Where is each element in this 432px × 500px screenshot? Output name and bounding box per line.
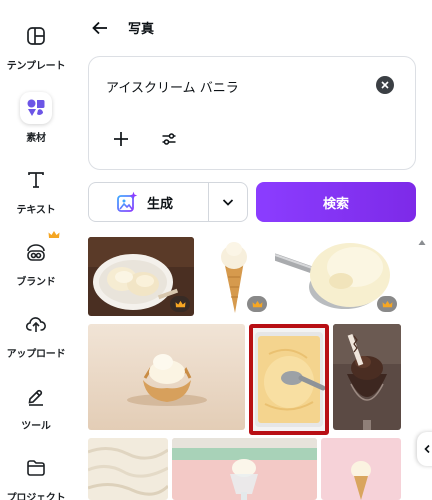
plus-icon	[114, 132, 128, 146]
search-button-label: 検索	[322, 196, 349, 212]
ice-cream-pink-background-photo	[321, 438, 401, 500]
photo-gallery	[88, 237, 408, 500]
brand-icon	[20, 231, 60, 268]
sidebar: テンプレート 素材 テキスト ブランド アップロード ツール プロジェクト	[0, 0, 72, 500]
page-title: 写真	[128, 22, 155, 37]
gallery-image[interactable]	[321, 438, 401, 500]
search-input[interactable]	[106, 75, 366, 97]
upload-icon	[20, 308, 52, 340]
tools-icon	[20, 380, 52, 412]
elements-icon	[20, 92, 52, 124]
sidebar-item-label: 素材	[26, 133, 46, 144]
whipped-ice-cream-texture-photo	[88, 438, 168, 500]
gallery-image[interactable]	[88, 438, 168, 500]
generate-button[interactable]: 生成	[88, 182, 208, 222]
chevron-down-icon	[222, 199, 234, 206]
chevron-left-icon	[424, 444, 430, 454]
sidebar-item-label: プロジェクト	[6, 493, 66, 500]
sidebar-item-templates[interactable]: テンプレート	[0, 20, 72, 80]
chocolate-sundae-photo	[333, 324, 401, 430]
collapse-panel-handle[interactable]	[417, 432, 432, 466]
premium-badge	[377, 296, 397, 312]
waffle-basket-ice-cream-photo	[88, 324, 245, 430]
gallery-image[interactable]	[198, 237, 271, 316]
gallery-image-selected[interactable]	[249, 324, 329, 435]
gallery-image[interactable]	[88, 237, 194, 316]
sidebar-item-label: ツール	[21, 421, 51, 432]
search-button[interactable]: 検索	[256, 182, 416, 222]
panel-header: 写真	[72, 0, 432, 56]
clear-icon	[381, 81, 389, 89]
scooping-ice-cream-tub-photo	[249, 324, 329, 435]
template-icon	[20, 20, 52, 52]
sidebar-item-tools[interactable]: ツール	[0, 380, 72, 440]
filter-icon	[162, 133, 176, 145]
crown-icon	[382, 300, 392, 307]
gallery-image[interactable]	[172, 438, 317, 500]
gallery-image[interactable]	[333, 324, 401, 430]
sidebar-item-brand[interactable]: ブランド	[0, 231, 72, 296]
sidebar-item-label: テキスト	[16, 205, 56, 216]
crown-icon	[252, 300, 262, 307]
sidebar-item-label: ブランド	[16, 277, 56, 288]
ice-cream-glass-pastel-photo	[172, 438, 317, 500]
add-button[interactable]	[109, 127, 133, 151]
generate-label: 生成	[147, 196, 174, 212]
crown-icon	[175, 300, 185, 307]
back-button[interactable]	[88, 16, 112, 40]
generate-dropdown-button[interactable]	[208, 182, 248, 222]
sidebar-item-elements[interactable]: 素材	[0, 92, 72, 152]
arrow-left-icon	[92, 21, 107, 35]
sidebar-item-text[interactable]: テキスト	[0, 164, 72, 224]
gallery-image[interactable]	[275, 237, 401, 316]
image-sparkle-icon	[117, 191, 138, 212]
text-icon	[20, 164, 52, 196]
premium-badge	[170, 296, 190, 312]
scroll-up-arrow-icon[interactable]	[418, 237, 426, 247]
crown-icon	[48, 231, 60, 238]
sidebar-item-label: アップロード	[6, 349, 66, 360]
photos-panel: 写真 生成 検索	[72, 0, 432, 500]
folder-icon	[20, 452, 52, 484]
search-box	[88, 56, 416, 170]
sidebar-item-projects[interactable]: プロジェクト	[0, 452, 72, 500]
filter-button[interactable]	[157, 127, 181, 151]
sidebar-item-uploads[interactable]: アップロード	[0, 308, 72, 368]
premium-badge	[247, 296, 267, 312]
sidebar-item-label: テンプレート	[6, 61, 66, 72]
gallery-image[interactable]	[88, 324, 245, 430]
clear-search-button[interactable]	[376, 76, 394, 94]
